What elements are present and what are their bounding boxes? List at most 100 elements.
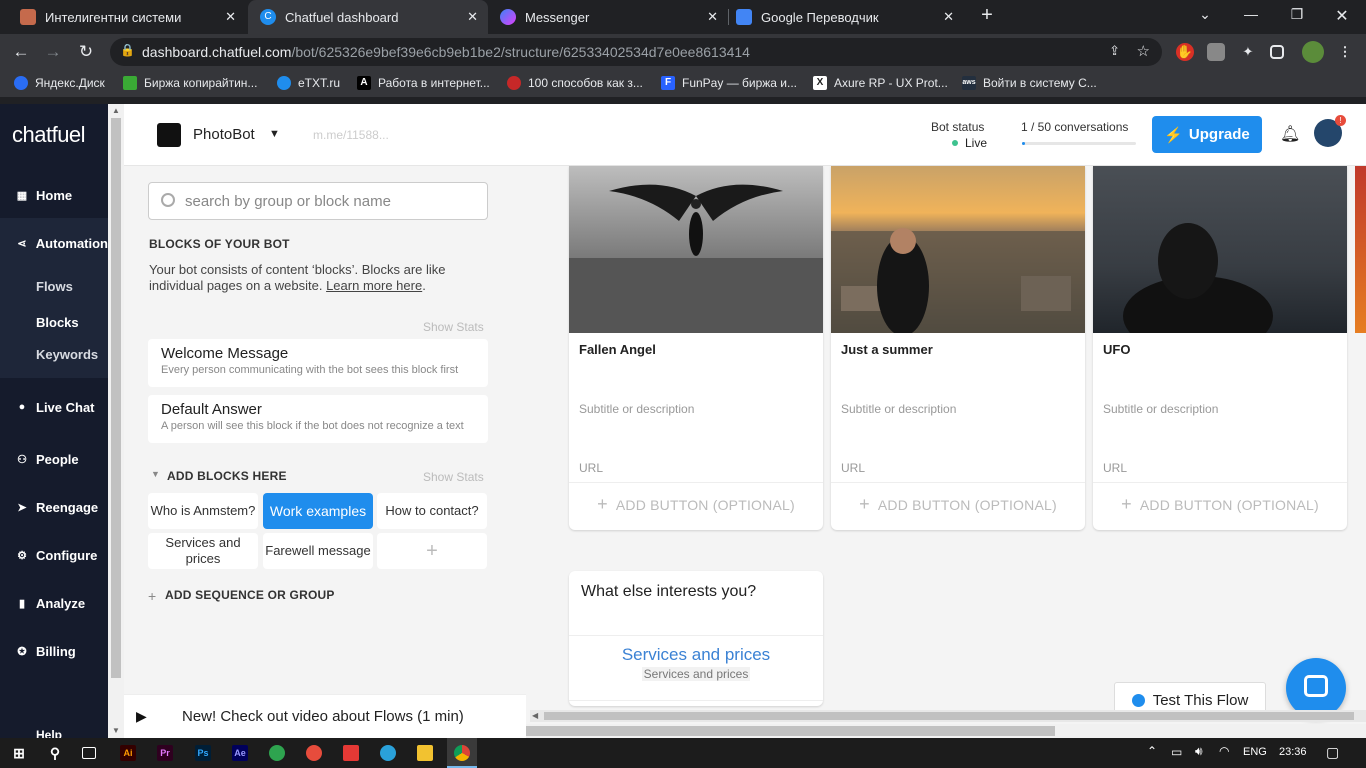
file-explorer-icon[interactable] [417, 745, 433, 761]
sidebar-item-reengage[interactable]: ➤ Reengage [0, 491, 108, 523]
sidebar-item-analyze[interactable]: ▮ Analyze [0, 587, 108, 619]
scroll-down-icon[interactable]: ▼ [112, 726, 120, 735]
show-stats-link[interactable]: Show Stats [423, 320, 484, 334]
learn-more-link[interactable]: Learn more here [326, 278, 422, 293]
scroll-up-icon[interactable]: ▲ [112, 106, 120, 115]
bookmark-work-internet[interactable]: A Работа в интернет... [357, 76, 490, 90]
sidebar-item-live-chat[interactable]: ● Live Chat [0, 391, 108, 423]
sidebar-item-home[interactable]: ▦ Home [0, 179, 108, 211]
after-effects-icon[interactable]: Ae [232, 745, 248, 761]
tab-google-translate[interactable]: Google Переводчик ✕ [724, 0, 964, 34]
gallery-card-fallen-angel[interactable]: Fallen Angel Subtitle or description URL… [569, 166, 823, 530]
close-icon[interactable]: ✕ [225, 9, 236, 25]
scroll-left-icon[interactable]: ◀ [532, 711, 538, 720]
language-indicator[interactable]: ENG [1243, 746, 1267, 758]
side-panel-icon[interactable] [1270, 45, 1284, 59]
card-title[interactable]: UFO [1103, 342, 1130, 357]
sidebar-item-billing[interactable]: ✪ Billing [0, 635, 108, 667]
text-card-message[interactable]: What else interests you? [581, 583, 756, 601]
utorrent-icon[interactable] [269, 745, 285, 761]
close-icon[interactable]: ✕ [943, 9, 954, 25]
illustrator-icon[interactable]: Ai [120, 745, 136, 761]
minimize-icon[interactable]: — [1241, 6, 1261, 22]
task-view-icon[interactable] [82, 747, 96, 759]
app-icon[interactable] [343, 745, 359, 761]
windows-start-icon[interactable]: ⊞ [11, 745, 27, 761]
tab-search-chevron-icon[interactable]: ⌄ [1195, 6, 1215, 23]
gallery-card-ufo[interactable]: UFO Subtitle or description URL + ADD BUT… [1093, 166, 1347, 530]
add-sequence-button[interactable]: ADD SEQUENCE OR GROUP [165, 588, 335, 602]
add-block-plus-icon[interactable]: + [377, 533, 487, 569]
address-bar[interactable]: 🔒 dashboard.chatfuel.com/bot/625326e9bef… [110, 38, 1162, 66]
text-card[interactable]: What else interests you? Services and pr… [569, 571, 823, 706]
bookmark-yandex-disk[interactable]: Яндекс.Диск [14, 76, 105, 90]
close-window-icon[interactable]: ✕ [1332, 6, 1352, 26]
share-icon[interactable]: ⇪ [1109, 43, 1120, 59]
reload-icon[interactable]: ↻ [75, 42, 97, 62]
tab-messenger[interactable]: Messenger ✕ [488, 0, 728, 34]
photoshop-icon[interactable]: Ps [195, 745, 211, 761]
add-button-option[interactable]: + ADD BUTTON (OPTIONAL) [1093, 482, 1347, 522]
card-url[interactable]: URL [1103, 461, 1127, 475]
add-blocks-group-title[interactable]: ADD BLOCKS HERE [167, 469, 287, 483]
bookmark-funpay[interactable]: F FunPay — биржа и... [661, 76, 797, 90]
restore-icon[interactable]: ❐ [1287, 6, 1307, 23]
close-icon[interactable]: ✕ [467, 9, 478, 25]
card-subtitle[interactable]: Subtitle or description [579, 402, 694, 416]
upgrade-button[interactable]: ⚡ Upgrade [1152, 116, 1262, 153]
sidebar-subitem-keywords[interactable]: Keywords [36, 347, 98, 362]
profile-avatar-icon[interactable] [1302, 41, 1324, 63]
show-stats-link[interactable]: Show Stats [423, 470, 484, 484]
extension-icon[interactable] [1207, 43, 1225, 61]
chrome-taskbar-item[interactable] [447, 738, 477, 768]
bookmark-aws[interactable]: aws Войти в систему С... [962, 76, 1097, 90]
bottom-scrollbar[interactable] [526, 724, 1366, 738]
add-button-option[interactable]: + ADD BUTTON (OPTIONAL) [569, 482, 823, 522]
chevron-down-icon[interactable]: ▼ [269, 128, 280, 140]
block-chip-farewell[interactable]: Farewell message [263, 533, 373, 569]
sidebar-item-people[interactable]: ⚇ People [0, 443, 108, 475]
block-chip-how-to-contact[interactable]: How to contact? [377, 493, 487, 529]
collapse-chevron-icon[interactable]: ▼ [151, 469, 160, 479]
intercom-chat-button[interactable] [1286, 658, 1346, 718]
forward-arrow-icon[interactable]: → [42, 42, 64, 62]
bell-icon[interactable]: 🔔︎ [1280, 124, 1300, 144]
play-icon[interactable]: ▶ [136, 708, 147, 725]
tab-intelligent-systems[interactable]: Интелигентни системи ✕ [8, 0, 246, 34]
network-icon[interactable]: ◠ [1219, 744, 1229, 758]
text-card-button[interactable]: Services and prices Services and prices [569, 635, 823, 701]
default-answer-block[interactable]: Default Answer A person will see this bl… [148, 395, 488, 443]
bot-link[interactable]: m.me/11588... [313, 128, 389, 142]
add-button-option[interactable]: + ADD BUTTON (OPTIONAL) [831, 482, 1085, 522]
search-input[interactable]: search by group or block name [148, 182, 488, 220]
bookmark-axure[interactable]: X Axure RP - UX Prot... [813, 76, 948, 90]
horizontal-scrollbar[interactable]: ◀ [530, 710, 1366, 722]
volume-icon[interactable]: 🔊︎ [1195, 744, 1203, 759]
close-icon[interactable]: ✕ [707, 9, 718, 25]
card-subtitle[interactable]: Subtitle or description [841, 402, 956, 416]
premiere-icon[interactable]: Pr [157, 745, 173, 761]
bookmark-etxt[interactable]: eTXT.ru [277, 76, 340, 90]
sidebar-subitem-flows[interactable]: Flows [36, 279, 73, 294]
bookmark-copywriting[interactable]: Биржа копирайтин... [123, 76, 257, 90]
bookmark-100-ways[interactable]: 100 способов как з... [507, 76, 643, 90]
sidebar-help[interactable]: Help [36, 728, 62, 738]
scrollbar-thumb[interactable] [544, 712, 1354, 720]
notifications-icon[interactable]: ▢ [1326, 744, 1339, 761]
telegram-icon[interactable] [380, 745, 396, 761]
search-icon[interactable]: ⚲ [47, 745, 63, 761]
welcome-message-block[interactable]: Welcome Message Every person communicati… [148, 339, 488, 387]
back-arrow-icon[interactable]: ← [10, 42, 32, 62]
scrollbar-thumb[interactable] [111, 118, 121, 678]
sidebar-item-configure[interactable]: ⚙ Configure [0, 539, 108, 571]
block-chip-services[interactable]: Services and prices [148, 533, 258, 569]
gallery-card-partial[interactable] [1355, 166, 1366, 333]
card-title[interactable]: Fallen Angel [579, 342, 656, 357]
sidebar-scrollbar[interactable]: ▲ ▼ [108, 104, 124, 738]
block-chip-work-examples[interactable]: Work examples [263, 493, 373, 529]
card-url[interactable]: URL [579, 461, 603, 475]
new-tab-icon[interactable]: + [977, 4, 997, 27]
card-url[interactable]: URL [841, 461, 865, 475]
chatfuel-logo[interactable]: chatfuel [12, 122, 86, 148]
extensions-puzzle-icon[interactable]: ✦ [1239, 43, 1257, 61]
